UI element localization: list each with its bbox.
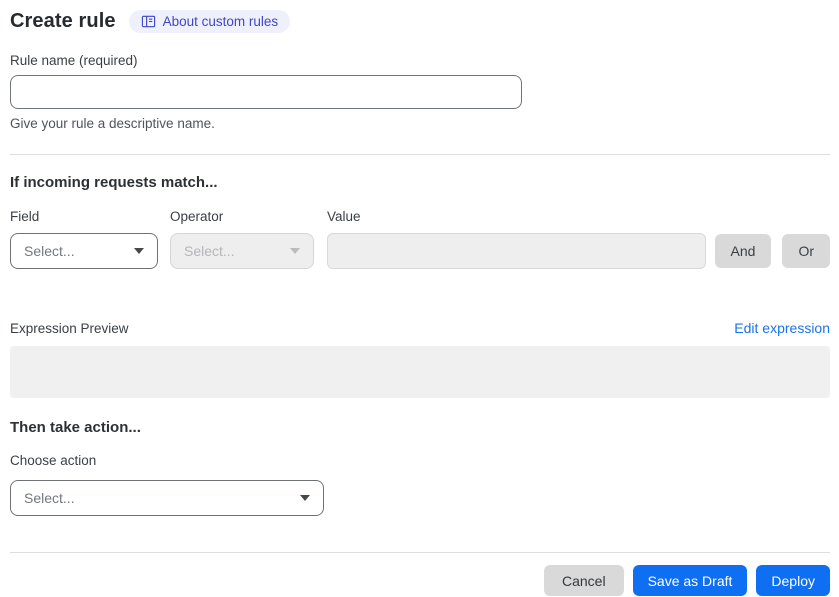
rule-name-input[interactable]: [10, 75, 522, 109]
operator-select: Select...: [170, 233, 314, 269]
operator-label: Operator: [170, 209, 224, 224]
value-input: [327, 233, 706, 269]
cancel-button[interactable]: Cancel: [543, 565, 624, 596]
chevron-down-icon: [300, 495, 310, 501]
choose-action-select[interactable]: Select...: [10, 480, 324, 516]
field-column: Field Select...: [10, 209, 158, 269]
rule-name-group: Rule name (required) Give your rule a de…: [10, 53, 830, 131]
section-divider-top: [10, 154, 830, 155]
field-label: Field: [10, 209, 40, 224]
expression-preview-box: [10, 346, 830, 398]
deploy-button[interactable]: Deploy: [756, 565, 830, 596]
expression-preview-row: Expression Preview Edit expression: [10, 320, 830, 336]
about-custom-rules-label: About custom rules: [162, 14, 279, 29]
page-title: Create rule: [10, 10, 116, 32]
about-custom-rules-link[interactable]: About custom rules: [128, 10, 291, 33]
match-builder-row: Field Select... Operator Select... Value: [10, 209, 830, 269]
rule-name-helper: Give your rule a descriptive name.: [10, 116, 215, 131]
page-header: Create rule About custom rules: [10, 10, 830, 33]
chevron-down-icon: [290, 248, 300, 254]
save-as-draft-button[interactable]: Save as Draft: [632, 565, 748, 596]
match-section-heading: If incoming requests match...: [10, 174, 218, 191]
choose-action-placeholder: Select...: [24, 490, 75, 506]
expression-preview-label: Expression Preview: [10, 321, 129, 336]
choose-action-label: Choose action: [10, 453, 97, 468]
field-select-placeholder: Select...: [24, 243, 75, 259]
chevron-down-icon: [134, 248, 144, 254]
rule-name-label: Rule name (required): [10, 53, 138, 68]
field-select[interactable]: Select...: [10, 233, 158, 269]
operator-select-placeholder: Select...: [184, 243, 235, 259]
value-column: Value: [327, 209, 706, 269]
edit-expression-link[interactable]: Edit expression: [734, 320, 830, 336]
action-section-heading: Then take action...: [10, 419, 141, 436]
book-icon: [141, 14, 156, 29]
create-rule-page: Create rule About custom rules Rule name…: [0, 0, 839, 596]
and-or-group: And Or: [714, 234, 830, 268]
value-label: Value: [327, 209, 361, 224]
footer-actions: Cancel Save as Draft Deploy: [10, 565, 830, 596]
section-divider-bottom: [10, 552, 830, 553]
operator-column: Operator Select...: [170, 209, 314, 269]
and-button[interactable]: And: [714, 234, 772, 268]
or-button[interactable]: Or: [782, 234, 830, 268]
